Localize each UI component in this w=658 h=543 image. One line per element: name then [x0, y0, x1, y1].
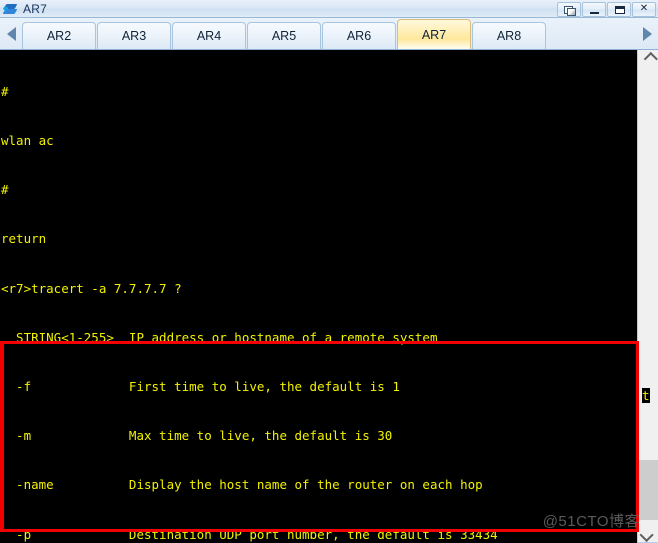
- vertical-scrollbar[interactable]: [637, 50, 658, 543]
- tab-ar7[interactable]: AR7: [397, 19, 471, 49]
- watermark: @51CTO博客: [542, 513, 640, 530]
- terminal-line: return: [1, 231, 47, 247]
- tab-ar3[interactable]: AR3: [97, 22, 171, 49]
- terminal-overflow-char: t: [642, 388, 650, 403]
- tab-ar8[interactable]: AR8: [472, 22, 546, 49]
- window-title: AR7: [23, 1, 47, 16]
- tab-list: AR2 AR3 AR4 AR5 AR6 AR7 AR8: [22, 18, 636, 49]
- tab-ar2[interactable]: AR2: [22, 22, 96, 49]
- terminal-output[interactable]: # wlan ac # return <r7>tracert -a 7.7.7.…: [0, 50, 637, 543]
- terminal-lines: # wlan ac # return <r7>tracert -a 7.7.7.…: [0, 51, 637, 543]
- tab-label: AR7: [421, 27, 447, 42]
- minimize-button[interactable]: [582, 1, 606, 17]
- router-console-window: AR7 ✕ AR2 AR3 AR4 AR5 AR6 AR7 AR8 # wlan…: [0, 0, 658, 543]
- terminal-line: wlan ac: [1, 133, 54, 149]
- tab-ar6[interactable]: AR6: [322, 22, 396, 49]
- chevron-right-icon: [642, 26, 652, 41]
- chevron-left-icon: [6, 26, 16, 41]
- scroll-up-button[interactable]: [638, 50, 658, 67]
- terminal-line: #: [1, 83, 9, 99]
- tab-label: AR5: [271, 29, 297, 43]
- close-button[interactable]: ✕: [632, 1, 656, 17]
- tab-label: AR6: [346, 29, 372, 43]
- tab-label: AR4: [196, 29, 222, 43]
- tab-ar4[interactable]: AR4: [172, 22, 246, 49]
- chevron-up-icon: [643, 51, 658, 66]
- chevron-down-icon: [639, 527, 654, 542]
- scroll-down-button[interactable]: [638, 526, 658, 543]
- tab-bar: AR2 AR3 AR4 AR5 AR6 AR7 AR8: [0, 18, 658, 50]
- terminal-line: #: [1, 182, 9, 198]
- scroll-tabs-right-button[interactable]: [636, 19, 658, 49]
- router-icon: [2, 2, 19, 16]
- tab-label: AR8: [496, 29, 522, 43]
- tab-label: AR2: [46, 29, 72, 43]
- tab-ar5[interactable]: AR5: [247, 22, 321, 49]
- terminal-line: <r7>tracert -a 7.7.7.7 ?: [1, 280, 182, 296]
- tab-label: AR3: [121, 29, 147, 43]
- scroll-tabs-left-button[interactable]: [0, 19, 22, 49]
- terminal-line: -f First time to live, the default is 1: [1, 379, 400, 395]
- scroll-thumb[interactable]: [638, 460, 658, 520]
- window-controls: ✕: [556, 1, 656, 17]
- terminal-line: STRING<1-255> IP address or hostname of …: [1, 329, 438, 345]
- terminal-line: -name Display the host name of the route…: [1, 477, 483, 493]
- terminal-line: -m Max time to live, the default is 30: [1, 428, 393, 444]
- terminal-line: -p Destination UDP port number, the defa…: [1, 526, 498, 542]
- close-icon: ✕: [639, 3, 649, 14]
- maximize-button[interactable]: [607, 1, 631, 17]
- cascade-restore-button[interactable]: [557, 1, 581, 17]
- title-bar: AR7 ✕: [0, 0, 658, 18]
